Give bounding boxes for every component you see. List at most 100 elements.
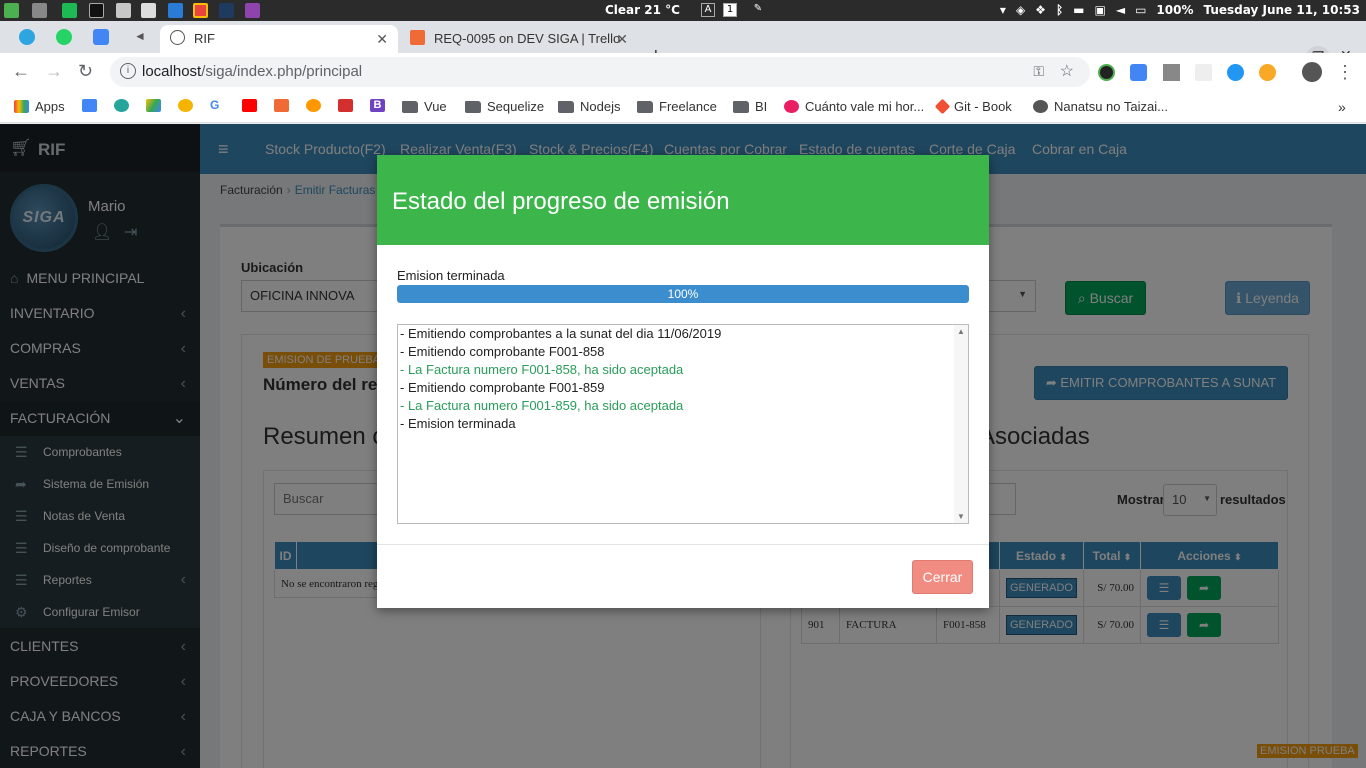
bookmark-bootstrap[interactable]: B [370, 99, 385, 112]
bookmark-label: Cuánto vale mi hor... [805, 99, 925, 114]
forward-icon[interactable]: → [45, 61, 63, 82]
address-bar[interactable]: i localhost/siga/index.php/principal ⚿ ☆ [110, 57, 1090, 87]
trello-icon [410, 30, 425, 45]
bookmark-label: Nodejs [580, 99, 621, 114]
globe-icon [306, 99, 321, 112]
menu-kebab-icon[interactable]: ⋮ [1336, 62, 1354, 83]
info-icon[interactable]: i [120, 63, 136, 79]
scroll-up-icon[interactable]: ▲ [957, 327, 965, 336]
honey-extension-icon[interactable] [1259, 64, 1276, 81]
progress-bar: 100% [397, 285, 969, 303]
file-manager-icon[interactable] [32, 3, 47, 18]
webstorm-icon[interactable] [219, 3, 234, 18]
wifi-icon[interactable]: ▾ [1000, 3, 1006, 17]
volume-icon[interactable]: ◄ [1116, 3, 1125, 17]
telegram-pinned-tab-icon[interactable] [19, 29, 35, 45]
bookmark-nanatsu[interactable]: Nanatsu no Taizai... [1033, 99, 1168, 114]
dropbox-icon[interactable]: ❖ [1035, 3, 1046, 17]
bookmark-drive[interactable] [146, 99, 161, 112]
bookmark-arrow[interactable] [338, 99, 353, 112]
scroll-down-icon[interactable]: ▼ [957, 512, 965, 521]
profile-avatar[interactable] [1302, 62, 1322, 82]
arrow-logo-icon [338, 99, 353, 112]
chrome-icon[interactable] [193, 3, 208, 18]
reload-icon[interactable]: ↻ [78, 61, 93, 82]
progress-status-label: Emision terminada [397, 268, 505, 283]
bluetooth-icon[interactable]: ᛒ [1056, 3, 1063, 17]
url-host: localhost [142, 63, 202, 80]
bookmark-bi[interactable]: BI [733, 99, 767, 114]
weather-indicator[interactable]: Clear 21 °C [605, 3, 680, 17]
phpstorm-icon[interactable] [245, 3, 260, 18]
bookmarks-overflow-icon[interactable]: » [1338, 99, 1346, 115]
translate-pinned-tab-icon[interactable] [93, 29, 109, 45]
cerrar-button[interactable]: Cerrar [912, 560, 973, 594]
close-tab-icon[interactable]: ✕ [616, 27, 628, 51]
close-tab-icon[interactable]: ✕ [376, 27, 388, 51]
log-line: - Emision terminada [400, 416, 516, 431]
bookmark-freelance[interactable]: Freelance [637, 99, 717, 114]
bookmark-nodejs[interactable]: Nodejs [558, 99, 620, 114]
euro-icon [784, 100, 799, 113]
funnel-extension-icon[interactable] [1163, 64, 1180, 81]
bookmark-youtube[interactable] [242, 99, 257, 112]
bookmark-label: Vue [424, 99, 447, 114]
bookmark-translate[interactable] [82, 99, 97, 112]
terminal-icon[interactable] [89, 3, 104, 18]
workspace-indicator[interactable]: 1 [723, 3, 737, 17]
git-icon [934, 98, 951, 115]
bookmark-label: Nanatsu no Taizai... [1054, 99, 1168, 114]
muted-tab-icon[interactable]: ◄ [134, 29, 150, 45]
modal-header: Estado del progreso de emisión [377, 155, 989, 245]
bookmark-star-icon[interactable]: ☆ [1060, 61, 1074, 81]
whatsapp-pinned-tab-icon[interactable] [56, 29, 72, 45]
log-line: - La Factura numero F001-859, ha sido ac… [400, 398, 684, 413]
log-line: - Emitiendo comprobante F001-859 [400, 380, 605, 395]
bookmark-trello[interactable] [274, 99, 289, 112]
progress-text: 100% [667, 287, 699, 301]
folder-icon[interactable] [116, 3, 131, 18]
translate-extension-icon[interactable] [1130, 64, 1147, 81]
grid-extension-icon[interactable] [1195, 64, 1212, 81]
bookmark-apps[interactable]: Apps [14, 99, 65, 114]
drive-icon [146, 99, 161, 112]
bookmark-vue[interactable]: Vue [402, 99, 447, 114]
trello-icon [274, 99, 289, 112]
tab-trello[interactable]: REQ-0095 on DEV SIGA | Trello ✕ [400, 25, 638, 53]
youtube-icon [242, 99, 257, 112]
bookmark-label: Git - Book [954, 99, 1012, 114]
back-icon[interactable]: ← [12, 61, 30, 82]
clipboard-icon[interactable]: ▣ [1094, 3, 1105, 17]
modal-title: Estado del progreso de emisión [392, 188, 730, 215]
shield-icon[interactable]: ◈ [1016, 3, 1025, 17]
emission-log[interactable]: - Emitiendo comprobantes a la sunat del … [397, 324, 969, 524]
extension-icon[interactable] [1098, 64, 1115, 81]
globe-icon [1033, 100, 1048, 113]
bookmark-label: Sequelize [487, 99, 545, 114]
bookmark-photos[interactable] [178, 99, 193, 112]
url-text[interactable]: localhost/siga/index.php/principal [142, 63, 362, 80]
google-icon: G [210, 99, 225, 112]
screenshot-icon[interactable] [141, 3, 156, 18]
flag-us-icon[interactable]: ▬ [1073, 3, 1084, 17]
keyboard-layout-indicator[interactable]: A [701, 3, 715, 17]
bookmark-google[interactable]: G [210, 99, 225, 112]
tab-rif[interactable]: RIF ✕ [160, 25, 398, 53]
spotify-icon[interactable] [62, 3, 77, 18]
bookmark-web[interactable] [306, 99, 321, 112]
bookmark-sequelize[interactable]: Sequelize [465, 99, 544, 114]
clock[interactable]: Tuesday June 11, 10:53 [1203, 3, 1360, 17]
emission-progress-modal: Estado del progreso de emisión Emision t… [377, 155, 989, 608]
log-scrollbar[interactable]: ▲ ▼ [954, 325, 968, 523]
check-extension-icon[interactable] [1227, 64, 1244, 81]
key-icon[interactable]: ⚿ [1033, 63, 1044, 80]
bookmark-cuanto-vale[interactable]: Cuánto vale mi hor... [784, 99, 924, 114]
app-menu-icon[interactable] [4, 3, 19, 18]
apps-grid-icon [14, 100, 29, 113]
bookmark-cloud[interactable] [114, 99, 129, 112]
vscode-icon[interactable] [168, 3, 183, 18]
battery-icon[interactable]: ▭ [1135, 3, 1146, 17]
notes-icon[interactable]: ✎ [751, 3, 765, 17]
log-lines: - Emitiendo comprobantes a la sunat del … [398, 325, 968, 433]
bookmark-git-book[interactable]: Git - Book [934, 98, 1012, 115]
